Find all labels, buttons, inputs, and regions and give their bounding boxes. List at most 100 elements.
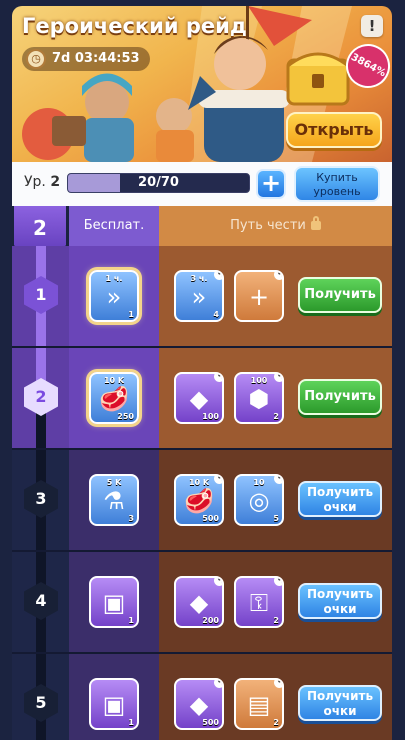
honor-track-header: Путь чести [159,206,392,246]
reward-item[interactable]: ▣ 1 [89,678,139,730]
lock-icon: • [214,680,222,688]
meat-icon: 🥩 [184,487,214,515]
key-icon: ⚿ [249,589,269,617]
reward-count: 250 [117,412,134,421]
free-reward-cell: ▣ 1 [69,552,159,652]
reward-count: 1 [128,616,134,625]
free-track-header: Бесплат. [69,206,159,246]
free-reward-cell: ⚗ 5 K 3 [69,450,159,550]
book-icon: ▣ [102,589,126,617]
reward-item[interactable]: ◎ 10 5 • [234,474,284,526]
level-label: Ур. 2 [24,174,60,190]
event-banner: Героический рейд ◷ 7d 03:44:53 ! 3864% О… [12,6,392,162]
free-reward-cell: ▣ 1 [69,654,159,740]
reward-amount: 5 K [106,478,122,487]
add-points-button[interactable]: + [256,169,286,199]
claim-button[interactable]: Получить [298,277,382,313]
level-rail: 5 [12,654,69,740]
reward-item[interactable]: 🥩 10 K 250 [89,372,139,424]
get-points-button[interactable]: Получить очки [298,481,382,517]
free-reward-cell: 🥩 10 K 250 [69,348,159,448]
gems-icon: ◆ [189,385,209,413]
lock-icon: • [274,680,282,688]
reward-count: 2 [273,616,279,625]
reward-count: 1 [128,310,134,319]
reward-count: 3 [128,514,134,523]
progress-text: 20/70 [138,175,179,190]
event-timer: ◷ 7d 03:44:53 [22,47,150,71]
lock-icon: • [214,374,222,382]
reward-count: 1 [128,718,134,727]
buy-level-line1: Купить [316,171,358,184]
reward-amount: 10 K [103,376,125,385]
lock-icon: • [274,374,282,382]
claim-label-line1: Получить [306,587,374,601]
reward-item[interactable]: » 3 ч. 4 • [174,270,224,322]
level-rail: 3 [12,450,69,550]
claim-label-line1: Получить [306,689,374,703]
level-node: 3 [24,480,58,518]
get-points-button[interactable]: Получить очки [298,583,382,619]
reward-item[interactable]: ◆ 200 • [174,576,224,628]
speedup-icon: » [106,283,122,311]
reward-row: 2 🥩 10 K 250 ◆ 100 • ⬢ 100 2 • Получить [12,348,392,450]
claim-label-line2: очки [323,704,357,718]
free-reward-cell: » 1 ч. 1 [69,246,159,346]
reward-row: 1» 1 ч. 1» 3 ч. 4 • + • Получить [12,246,392,348]
lock-icon: • [214,578,222,586]
clock-icon: ◷ [26,49,46,69]
reward-item[interactable]: ⚿ 2 • [234,576,284,628]
reward-count: 100 [202,412,219,421]
level-node: 5 [24,684,58,722]
level-node: 1 [24,276,58,314]
event-title: Героический рейд [22,14,247,38]
gems-icon: ◆ [189,691,209,719]
reward-count: 5 [273,514,279,523]
reward-row: 4 ▣ 1 ◆ 200 • ⚿ 2 • Получить очки [12,552,392,654]
claim-label-line2: очки [323,500,357,514]
speedup-icon: » [191,283,207,311]
level-value: 2 [50,174,61,190]
book-icon: ▣ [102,691,126,719]
reward-count: 200 [202,616,219,625]
timer-text: 7d 03:44:53 [52,51,140,66]
lock-icon: • [214,476,222,484]
claim-label-line2: очки [323,602,357,616]
reward-row: 3 ⚗ 5 K 3 🥩 10 K 500 • ◎ 10 5 • Получить очки [12,450,392,552]
reward-item[interactable]: ⚗ 5 K 3 [89,474,139,526]
level-node: 4 [24,582,58,620]
claim-button[interactable]: Получить [298,379,382,415]
plus-chest-icon: + [248,283,270,311]
reward-item[interactable]: ▣ 1 [89,576,139,628]
level-bar: Ур. 2 20/70 + Купить уровень [12,162,392,206]
lock-icon: • [274,476,282,484]
reward-list: 1» 1 ч. 1» 3 ч. 4 • + • Получить 2 🥩 10 K 250 ◆ 100 • ⬢ 1… [12,246,392,740]
buy-level-button[interactable]: Купить уровень [294,166,380,202]
get-points-button[interactable]: Получить очки [298,685,382,721]
gems-icon: ◆ [189,589,209,617]
lock-icon [310,216,321,230]
reward-item[interactable]: ⬢ 100 2 • [234,372,284,424]
reward-amount: 1 ч. [105,274,123,283]
meat-icon: 🥩 [99,385,129,413]
reward-item[interactable]: ◆ 100 • [174,372,224,424]
reward-count: 4 [213,310,219,319]
scroll-book-icon: ▤ [247,691,271,719]
rope-icon: ◎ [248,487,270,515]
level-rail: 4 [12,552,69,652]
reward-item[interactable]: + • [234,270,284,322]
level-node: 2 [24,378,58,416]
reward-row: 5 ▣ 1 ◆ 500 • ▤ 2 • Получить очки [12,654,392,740]
claim-label-line1: Получить [304,389,376,404]
reward-item[interactable]: ◆ 500 • [174,678,224,730]
reward-count: 500 [202,718,219,727]
reward-item[interactable]: 🥩 10 K 500 • [174,474,224,526]
open-chest-button[interactable]: Открыть [286,112,382,148]
level-rail: 2 [12,348,69,448]
event-screen: Героический рейд ◷ 7d 03:44:53 ! 3864% О… [0,0,405,740]
info-button[interactable]: ! [361,15,383,37]
reward-item[interactable]: ▤ 2 • [234,678,284,730]
buy-level-line2: уровень [313,185,361,198]
honor-track-label: Путь чести [230,218,306,233]
reward-item[interactable]: » 1 ч. 1 [89,270,139,322]
